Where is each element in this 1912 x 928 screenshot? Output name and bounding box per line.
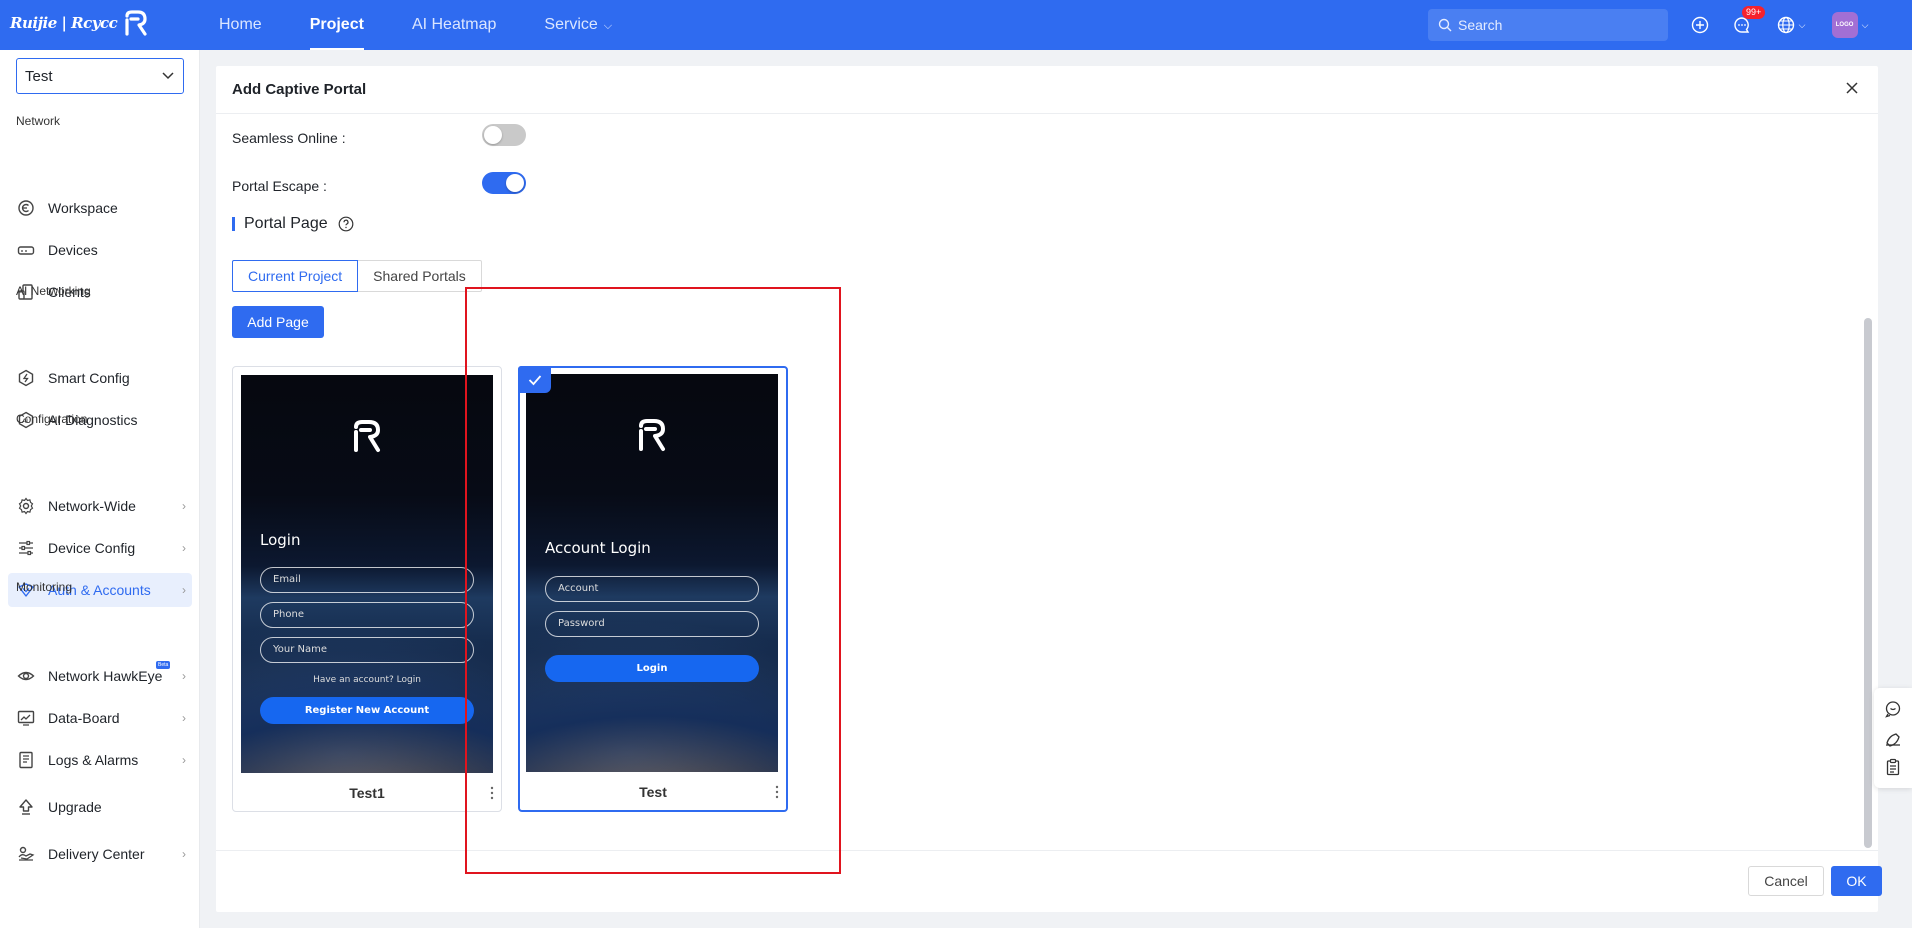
search-input[interactable]: Search bbox=[1428, 9, 1668, 41]
nav-ai-heatmap[interactable]: AI Heatmap bbox=[388, 0, 520, 50]
scrollbar[interactable] bbox=[1864, 318, 1872, 848]
preview-title: Login bbox=[260, 531, 301, 549]
group-title-ai-networking: AI Networking bbox=[16, 284, 91, 298]
gear-icon bbox=[16, 496, 36, 516]
sidebar-item-devices[interactable]: Devices bbox=[8, 233, 192, 267]
top-nav-bar: Ruijie | Rcycc Home Project AI Heatmap S… bbox=[0, 0, 1912, 50]
chevron-right-icon: › bbox=[182, 847, 186, 861]
help-icon[interactable] bbox=[338, 216, 354, 232]
project-select[interactable]: Test bbox=[16, 58, 184, 94]
chevron-right-icon: › bbox=[182, 753, 186, 767]
chevron-down-icon: ⌵ bbox=[603, 20, 613, 32]
group-title-configuration: Configuration bbox=[16, 412, 88, 426]
sidebar: Test Network Workspace Devices Clients A… bbox=[0, 50, 200, 928]
group-title-monitoring: Monitoring bbox=[16, 580, 73, 594]
preview-input: Your Name bbox=[260, 637, 474, 663]
chevron-right-icon: › bbox=[182, 711, 186, 725]
tab-current-project[interactable]: Current Project bbox=[232, 260, 359, 292]
floating-toolbar bbox=[1874, 688, 1912, 788]
smart-config-icon bbox=[16, 368, 36, 388]
brand-r-icon bbox=[354, 420, 380, 452]
search-placeholder: Search bbox=[1458, 17, 1503, 33]
chevron-down-icon: ⌵ bbox=[1861, 19, 1869, 30]
sidebar-item-workspace[interactable]: Workspace bbox=[8, 191, 192, 225]
portal-page-section: Portal Page bbox=[232, 215, 354, 233]
chevron-down-icon bbox=[162, 72, 174, 80]
portal-escape-label: Portal Escape : bbox=[232, 178, 327, 194]
portal-escape-toggle[interactable] bbox=[482, 172, 526, 194]
preview-link: Have an account? Login bbox=[313, 675, 421, 685]
nav-service[interactable]: Service ⌵ bbox=[520, 0, 636, 50]
brand-r-icon bbox=[125, 10, 147, 36]
chevron-right-icon: › bbox=[182, 583, 186, 597]
sidebar-item-smart-config[interactable]: Smart Config bbox=[8, 361, 192, 395]
chat-icon[interactable] bbox=[1884, 700, 1902, 718]
feedback-icon[interactable] bbox=[1884, 729, 1902, 747]
modal-title: Add Captive Portal bbox=[232, 81, 367, 98]
add-page-button[interactable]: Add Page bbox=[232, 306, 324, 338]
chevron-right-icon: › bbox=[182, 499, 186, 513]
sliders-icon bbox=[16, 538, 36, 558]
modal-header: Add Captive Portal bbox=[216, 66, 1878, 114]
chevron-right-icon: › bbox=[182, 541, 186, 555]
chevron-down-icon: ⌵ bbox=[1798, 19, 1806, 30]
upgrade-icon bbox=[16, 797, 36, 817]
section-accent-bar bbox=[232, 217, 235, 231]
delivery-icon bbox=[16, 844, 36, 864]
section-title: Portal Page bbox=[244, 215, 328, 232]
top-actions: 99+ ⌵ LOGO ⌵ bbox=[1690, 0, 1870, 50]
preview-input: Email bbox=[260, 567, 474, 593]
highlight-box bbox=[465, 287, 841, 874]
user-menu[interactable]: LOGO ⌵ bbox=[1830, 12, 1870, 38]
chevron-right-icon: › bbox=[182, 669, 186, 683]
seamless-online-toggle[interactable] bbox=[482, 124, 526, 146]
preview-input: Phone bbox=[260, 602, 474, 628]
preview-button: Register New Account bbox=[260, 697, 474, 724]
nav-home[interactable]: Home bbox=[195, 0, 286, 50]
seamless-online-label: Seamless Online : bbox=[232, 130, 346, 146]
close-icon[interactable] bbox=[1842, 78, 1862, 98]
add-icon[interactable] bbox=[1690, 15, 1710, 35]
ok-button[interactable]: OK bbox=[1831, 866, 1882, 896]
beta-badge: Beta bbox=[156, 661, 171, 669]
cancel-button[interactable]: Cancel bbox=[1748, 866, 1824, 896]
notification-badge: 99+ bbox=[1742, 6, 1766, 19]
portal-card-test1[interactable]: Login Email Phone Your Name Have an acco… bbox=[232, 366, 502, 812]
tab-shared-portals[interactable]: Shared Portals bbox=[358, 260, 482, 292]
eye-icon bbox=[16, 666, 36, 686]
portal-source-tabs: Current Project Shared Portals bbox=[232, 260, 482, 292]
sidebar-item-delivery-center[interactable]: Delivery Center › bbox=[8, 837, 192, 871]
brand-logo[interactable]: Ruijie | Rcycc bbox=[10, 10, 149, 36]
language-icon[interactable]: ⌵ bbox=[1774, 15, 1808, 35]
clipboard-icon[interactable] bbox=[1884, 758, 1902, 776]
sidebar-item-data-board[interactable]: Data-Board › bbox=[8, 701, 192, 735]
group-title-network: Network bbox=[16, 114, 61, 128]
brand-name: Ruijie | Rcycc bbox=[10, 14, 118, 32]
card-name: Test1 bbox=[349, 785, 385, 801]
log-icon bbox=[16, 750, 36, 770]
devices-icon bbox=[16, 240, 36, 260]
main-nav: Home Project AI Heatmap Service ⌵ bbox=[195, 0, 636, 50]
avatar: LOGO bbox=[1831, 12, 1858, 38]
nav-project[interactable]: Project bbox=[286, 0, 388, 50]
sidebar-item-network-hawkeye[interactable]: Network HawkEye Beta › bbox=[8, 659, 192, 693]
portal-preview-image: Login Email Phone Your Name Have an acco… bbox=[241, 375, 493, 773]
sidebar-item-logs-alarms[interactable]: Logs & Alarms › bbox=[8, 743, 192, 777]
message-icon[interactable]: 99+ bbox=[1732, 6, 1766, 35]
project-select-value: Test bbox=[25, 67, 53, 85]
dashboard-icon bbox=[16, 708, 36, 728]
sidebar-item-network-wide[interactable]: Network-Wide › bbox=[8, 489, 192, 523]
workspace-icon bbox=[16, 198, 36, 218]
sidebar-item-device-config[interactable]: Device Config › bbox=[8, 531, 192, 565]
search-icon bbox=[1438, 18, 1452, 32]
sidebar-item-upgrade[interactable]: Upgrade bbox=[8, 790, 192, 824]
